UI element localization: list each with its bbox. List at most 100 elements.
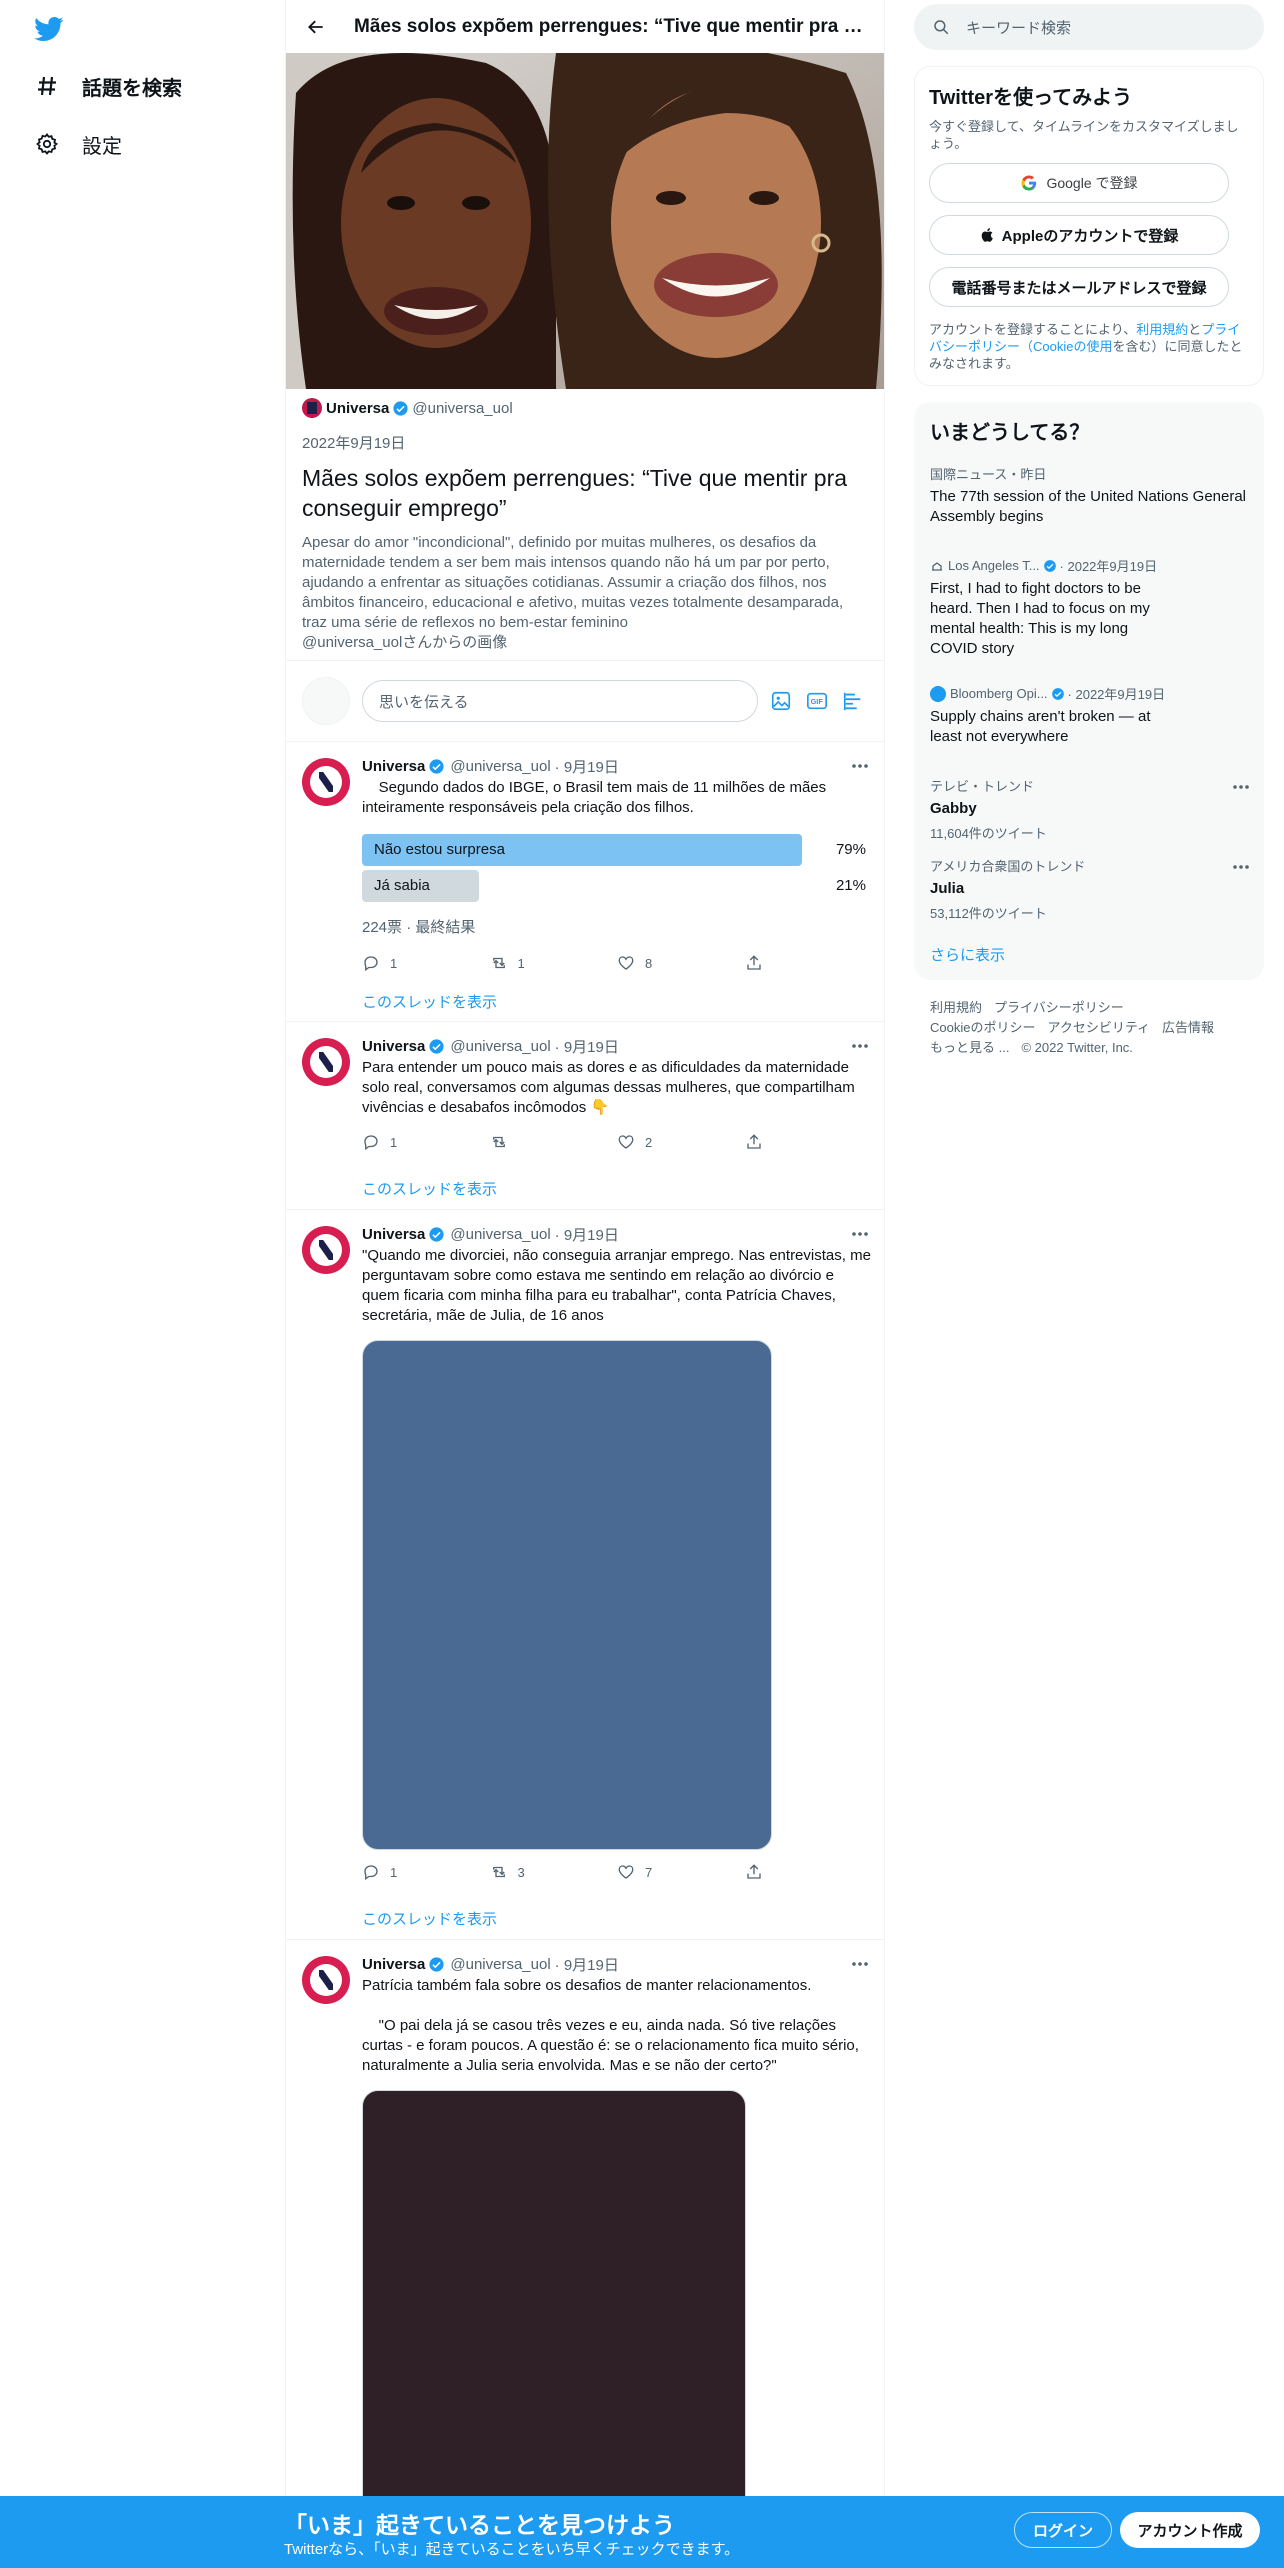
share-button[interactable] [745,1863,873,1881]
bottom-signup-bar: 「いま」起きていることを見つけよう Twitterなら、「いま」起きていることを… [0,2496,1284,2568]
reply-button[interactable]: 1 [362,1133,490,1151]
reply-count: 1 [390,1134,398,1150]
tweet-actions: 1 2 [362,1132,872,1152]
apple-signup-button[interactable]: Appleのアカウントで登録 [929,215,1229,255]
like-count: 7 [645,1864,653,1880]
share-button[interactable] [745,1133,873,1151]
tweet-actions: 1 1 8 [362,953,872,973]
tweet-handle[interactable]: @universa_uol [450,1226,550,1243]
like-button[interactable]: 8 [617,954,745,972]
signup-button[interactable]: アカウント作成 [1120,2512,1260,2548]
tweet-date[interactable]: · 9月19日 [555,756,619,777]
like-button[interactable]: 2 [617,1133,745,1151]
tweet-author-name[interactable]: Universa [362,1226,425,1243]
signup-title: Twitterを使ってみよう [929,87,1133,109]
author-handle: @universa_uol [412,399,513,417]
reply-input[interactable]: 思いを伝える [362,680,758,722]
tweet[interactable]: Universa @universa_uol · 9月19日 Segundo d… [286,742,884,1022]
share-icon [746,955,761,970]
footer-links: 利用規約 プライバシーポリシー Cookieのポリシー アクセシビリティ 広告情報 も… [930,998,1260,1058]
footer-link[interactable]: プライバシーポリシー [994,1000,1124,1015]
copyright: © 2022 Twitter, Inc. [1021,1040,1133,1055]
avatar [302,677,350,725]
article-card[interactable]: Universa @universa_uol 2022年9月19日 Mães s… [302,398,872,653]
twitter-logo-icon[interactable] [32,14,66,44]
trend-item[interactable]: 国際ニュース・昨日 The 77th session of the United… [930,464,1250,527]
share-icon [746,1864,761,1879]
trend-item[interactable]: アメリカ合衆国のトレンド Julia 53,112件のツイート [930,856,1250,922]
reply-button[interactable]: 1 [362,954,490,972]
image-credit: @universa_uolさんからの画像 [302,634,508,651]
footer-link[interactable]: Cookieのポリシー [930,1020,1035,1035]
tweet-text: "Quando me divorciei, não conseguia arra… [362,1247,876,1324]
login-button[interactable]: ログイン [1014,2512,1112,2548]
show-thread-link[interactable]: このスレッドを表示 [362,991,872,1012]
search-input[interactable]: キーワード検索 [914,4,1264,50]
poll-icon[interactable] [840,688,866,714]
verified-badge-icon [429,758,444,774]
trend-source: Bloomberg Opi... [950,686,1048,701]
more-icon[interactable] [1232,864,1250,870]
svg-text:GIF: GIF [811,697,824,706]
gif-icon[interactable]: GIF [804,688,830,714]
image-icon[interactable] [768,688,794,714]
nav-settings[interactable]: 設定 [34,124,122,164]
footer-link[interactable]: 利用規約 [930,1000,982,1015]
show-thread-link[interactable]: このスレッドを表示 [362,1908,872,1929]
tweet-author-name[interactable]: Universa [362,1038,425,1055]
trend-context: アメリカ合衆国のトレンド [930,859,1086,874]
show-thread-link[interactable]: このスレッドを表示 [362,1178,872,1199]
retweet-icon [492,1136,505,1148]
tweet-handle[interactable]: @universa_uol [450,1956,550,1973]
back-button[interactable] [298,9,334,45]
signup-subtitle: 今すぐ登録して、タイムラインをカスタマイズしましょう。 [929,119,1239,151]
more-icon[interactable] [1232,784,1250,790]
avatar[interactable] [302,1956,350,2004]
avatar[interactable] [302,1038,350,1086]
reply-icon [364,1865,378,1881]
footer-link[interactable]: 広告情報 [1162,1020,1214,1035]
tweet-author-name[interactable]: Universa [362,1956,425,1973]
footer-link[interactable]: アクセシビリティ [1047,1020,1150,1035]
avatar[interactable] [302,1226,350,1274]
retweet-icon [492,1866,505,1878]
signup-box: Twitterを使ってみよう 今すぐ登録して、タイムラインをカスタマイズしましょ… [914,66,1264,386]
phone-email-signup-button[interactable]: 電話番号またはメールアドレスで登録 [929,267,1229,307]
tweet[interactable]: Universa @universa_uol · 9月19日 Para ente… [286,1022,884,1210]
tweet-date[interactable]: · 9月19日 [555,1224,619,1245]
reply-button[interactable]: 1 [362,1863,490,1881]
retweet-button[interactable]: 1 [490,954,618,972]
apple-signup-label: Appleのアカウントで登録 [1001,227,1179,245]
verified-badge-icon [429,1956,444,1972]
retweet-button[interactable]: 3 [490,1863,618,1881]
search-icon [934,20,949,35]
google-signup-button[interactable]: Google で登録 [929,163,1229,203]
trend-item[interactable]: Los Angeles T... · 2022年9月19日 First, I h… [930,556,1250,659]
reply-count: 1 [390,955,398,971]
share-button[interactable] [745,954,873,972]
tweet-handle[interactable]: @universa_uol [450,1038,550,1055]
tweet-handle[interactable]: @universa_uol [450,758,550,775]
article-author[interactable]: Universa @universa_uol [302,398,872,418]
like-button[interactable]: 7 [617,1863,745,1881]
tweet-media[interactable] [362,1340,772,1850]
tweet-author-name[interactable]: Universa [362,758,425,775]
show-more-link[interactable]: さらに表示 [930,944,1005,965]
tweet-date[interactable]: · 9月19日 [555,1036,619,1057]
main-column: Mães solos expõem perrengues: “Tive que … [285,0,885,2568]
trend-item[interactable]: テレビ・トレンド Gabby 11,604件のツイート [930,776,1250,842]
reply-icon [364,1135,378,1151]
tweet[interactable]: Universa @universa_uol · 9月19日 Patrícia … [286,1940,884,2568]
heart-icon [618,956,634,970]
tweet[interactable]: Universa @universa_uol · 9月19日 "Quando m… [286,1210,884,1940]
retweet-button[interactable] [490,1133,618,1151]
trend-item[interactable]: Bloomberg Opi... · 2022年9月19日 Supply cha… [930,684,1250,747]
nav-explore-label: 話題を検索 [82,77,182,100]
avatar[interactable] [302,758,350,806]
article-hero-image[interactable] [286,53,884,389]
tweet-date[interactable]: · 9月19日 [555,1954,619,1975]
footer-link[interactable]: もっと見る ... [930,1040,1009,1055]
retweet-icon [492,957,505,969]
terms-link[interactable]: 利用規約 [1136,322,1188,337]
nav-explore[interactable]: 話題を検索 [34,66,182,106]
